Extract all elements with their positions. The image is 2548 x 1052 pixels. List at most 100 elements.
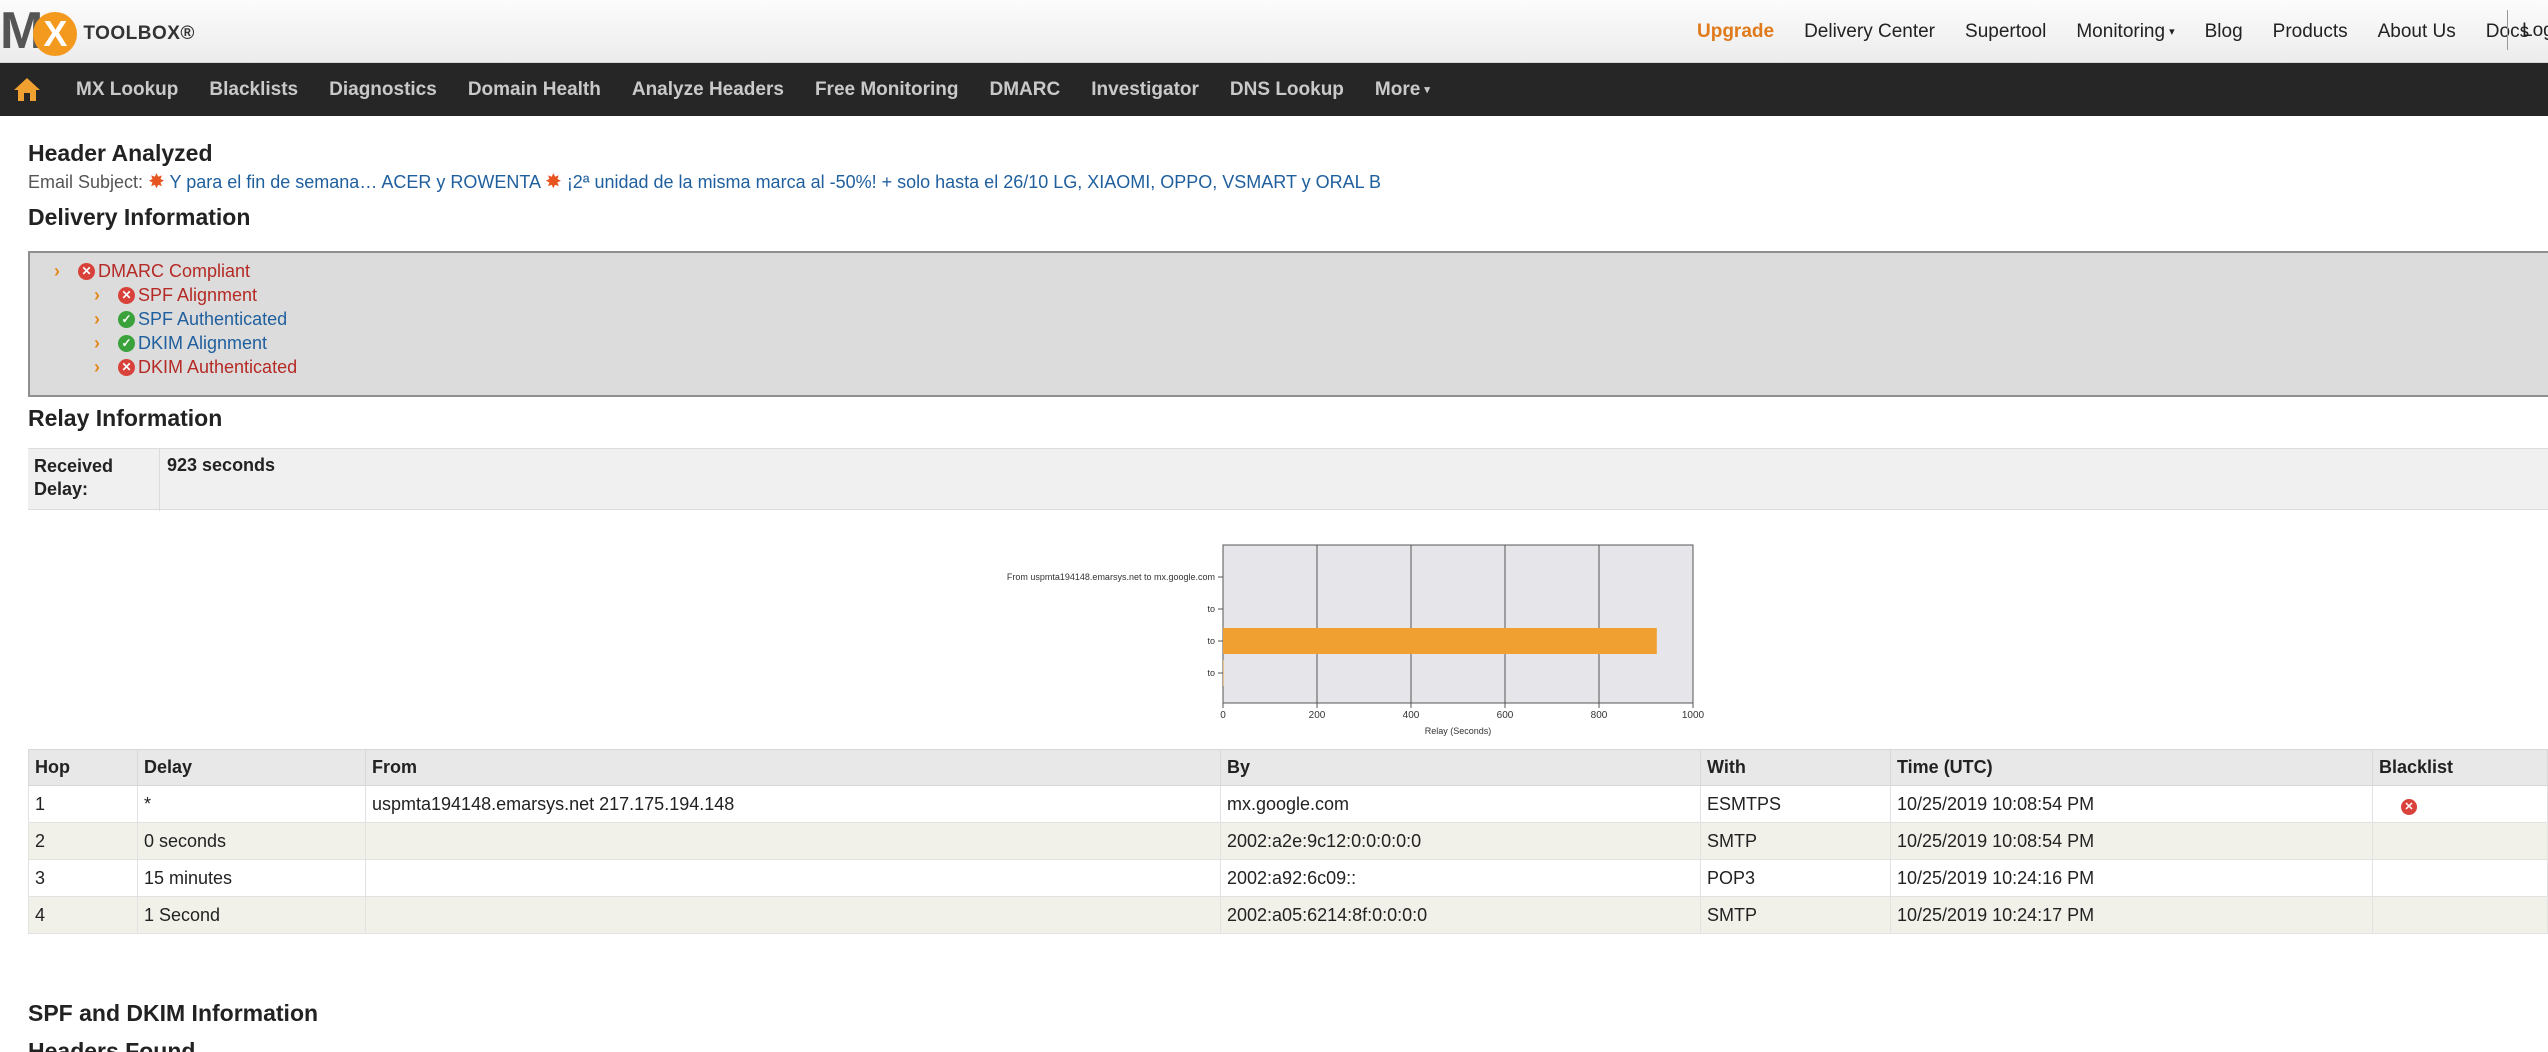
cell-from [365, 896, 1221, 934]
logo-x: X [33, 12, 78, 56]
x-tick-label: 400 [1403, 710, 1420, 721]
chevron-right-icon: › [54, 261, 60, 281]
nav-login[interactable]: Log [2522, 20, 2548, 42]
plot-area [1222, 544, 1694, 704]
delivery-item-label: SPF Alignment [138, 285, 258, 305]
email-subject-part1: Y para el fin de semana… ACER y ROWENTA [169, 172, 541, 192]
cell-with: POP3 [1700, 859, 1891, 897]
nav-upgrade[interactable]: Upgrade [1697, 21, 1774, 43]
nav-delivery-center[interactable]: Delivery Center [1804, 21, 1935, 43]
spf-dkim-title: SPF and DKIM Information [28, 1000, 319, 1026]
nav-divider [2507, 10, 2508, 50]
cell-by: 2002:a2e:9c12:0:0:0:0:0 [1220, 822, 1701, 860]
cell-time: 10/25/2019 10:08:54 PM [1890, 822, 2373, 860]
cell-from [365, 859, 1221, 897]
x-tick-label: 800 [1591, 710, 1608, 721]
cell-blacklist [2372, 859, 2548, 897]
burst-emoji-icon: ✸ [148, 171, 165, 193]
nav-more[interactable]: More ▾ [1375, 79, 1430, 101]
top-header: M X TOOLBOX® Upgrade Delivery Center Sup… [0, 0, 2548, 63]
x-tick-label: 1000 [1682, 710, 1705, 721]
delivery-information-title: Delivery Information [28, 204, 251, 230]
nav-investigator[interactable]: Investigator [1091, 79, 1199, 101]
delivery-item-spf-authenticated[interactable]: › ✓ SPF Authenticated [94, 309, 287, 330]
nav-supertool[interactable]: Supertool [1965, 21, 2046, 43]
email-subject-part2: ¡2ª unidad de la misma marca al -50%! + … [566, 172, 1381, 192]
email-subject-label: Email Subject: [28, 172, 144, 192]
x-tick-label: 0 [1220, 710, 1226, 721]
col-time: Time (UTC) [1890, 749, 2373, 786]
delivery-item-label: DKIM Authenticated [138, 357, 298, 377]
mxtoolbox-logo[interactable]: M X TOOLBOX® [0, 4, 195, 58]
cell-by: 2002:a92:6c09:: [1220, 859, 1701, 897]
received-delay-value: 923 seconds [167, 455, 276, 475]
nav-dmarc[interactable]: DMARC [990, 79, 1061, 101]
nav-products[interactable]: Products [2273, 21, 2348, 43]
nav-about-us[interactable]: About Us [2378, 21, 2456, 43]
delivery-item-dkim-alignment[interactable]: › ✓ DKIM Alignment [94, 333, 267, 354]
nav-blacklists[interactable]: Blacklists [209, 79, 298, 101]
pass-icon: ✓ [118, 311, 135, 328]
headers-found-title: Headers Found [28, 1038, 196, 1052]
nav-blog[interactable]: Blog [2205, 21, 2243, 43]
received-delay-label: Received Delay: [34, 456, 114, 499]
cell-time: 10/25/2019 10:24:17 PM [1890, 896, 2373, 934]
table-row: 4 1 Second 2002:a05:6214:8f:0:0:0:0 SMTP… [28, 896, 2548, 934]
received-delay-row: Received Delay: 923 seconds [28, 448, 2548, 511]
home-icon[interactable] [12, 75, 42, 103]
cell-hop: 2 [28, 822, 138, 860]
cell-blacklist: ✕ [2372, 785, 2548, 823]
cell-from [365, 822, 1221, 860]
main-nav: MX Lookup Blacklists Diagnostics Domain … [0, 63, 2548, 116]
col-blacklist: Blacklist [2372, 749, 2548, 786]
cell-from: uspmta194148.emarsys.net 217.175.194.148 [365, 785, 1221, 823]
nav-dns-lookup[interactable]: DNS Lookup [1230, 79, 1344, 101]
x-tick-label: 600 [1497, 710, 1514, 721]
nav-monitoring[interactable]: Monitoring ▾ [2076, 21, 2174, 43]
delivery-item-spf-alignment[interactable]: › ✕ SPF Alignment [94, 285, 257, 306]
delivery-item-label: DKIM Alignment [138, 333, 268, 353]
cell-by: mx.google.com [1220, 785, 1701, 823]
pass-icon: ✓ [118, 335, 135, 352]
header-analyzed-title: Header Analyzed [28, 140, 213, 166]
table-row: 3 15 minutes 2002:a92:6c09:: POP3 10/25/… [28, 859, 2548, 897]
cell-by: 2002:a05:6214:8f:0:0:0:0 [1220, 896, 1701, 934]
cell-with: SMTP [1700, 822, 1891, 860]
cell-delay: * [137, 785, 366, 823]
y-tick-label: From uspmta194148.emarsys.net to mx.goog… [1007, 572, 1215, 582]
cell-blacklist [2372, 896, 2548, 934]
cell-with: SMTP [1700, 896, 1891, 934]
col-with: With [1700, 749, 1891, 786]
fail-icon: ✕ [118, 359, 135, 376]
fail-icon: ✕ [118, 287, 135, 304]
nav-mx-lookup[interactable]: MX Lookup [76, 79, 178, 101]
caret-down-icon: ▾ [2169, 25, 2175, 38]
nav-monitoring-label: Monitoring [2076, 20, 2166, 42]
delivery-item-label: DMARC Compliant [98, 261, 251, 281]
x-tick-label: 200 [1309, 710, 1326, 721]
cell-time: 10/25/2019 10:24:16 PM [1890, 859, 2373, 897]
delivery-item-dmarc[interactable]: › ✕ DMARC Compliant [54, 261, 250, 282]
nav-diagnostics[interactable]: Diagnostics [329, 79, 437, 101]
top-nav: Upgrade Delivery Center Supertool Monito… [1697, 0, 2548, 63]
cell-with: ESMTPS [1700, 785, 1891, 823]
nav-free-monitoring[interactable]: Free Monitoring [815, 79, 959, 101]
cell-blacklist [2372, 822, 2548, 860]
cell-hop: 4 [28, 896, 138, 934]
bar [1223, 628, 1657, 654]
nav-domain-health[interactable]: Domain Health [468, 79, 601, 101]
nav-analyze-headers[interactable]: Analyze Headers [632, 79, 784, 101]
relay-chart: 0 200 400 600 800 1000 From uspmta194148.emars… [1007, 544, 1705, 736]
table-row: 2 0 seconds 2002:a2e:9c12:0:0:0:0:0 SMTP… [28, 822, 2548, 860]
col-hop: Hop [28, 749, 138, 786]
hops-table-header: Hop Delay From By With Time (UTC) Blackl… [28, 749, 2548, 786]
email-subject: Email Subject: ✸ Y para el fin de semana… [28, 169, 1381, 194]
blacklist-fail-icon[interactable]: ✕ [2401, 798, 2417, 815]
divider [159, 449, 160, 511]
y-tick-label: to [1207, 668, 1215, 678]
delivery-item-label: SPF Authenticated [138, 309, 288, 329]
delivery-item-dkim-authenticated[interactable]: › ✕ DKIM Authenticated [94, 357, 297, 378]
y-tick-label: to [1207, 636, 1215, 646]
caret-down-icon: ▾ [1424, 83, 1430, 96]
table-row: 1 * uspmta194148.emarsys.net 217.175.194… [28, 785, 2548, 823]
